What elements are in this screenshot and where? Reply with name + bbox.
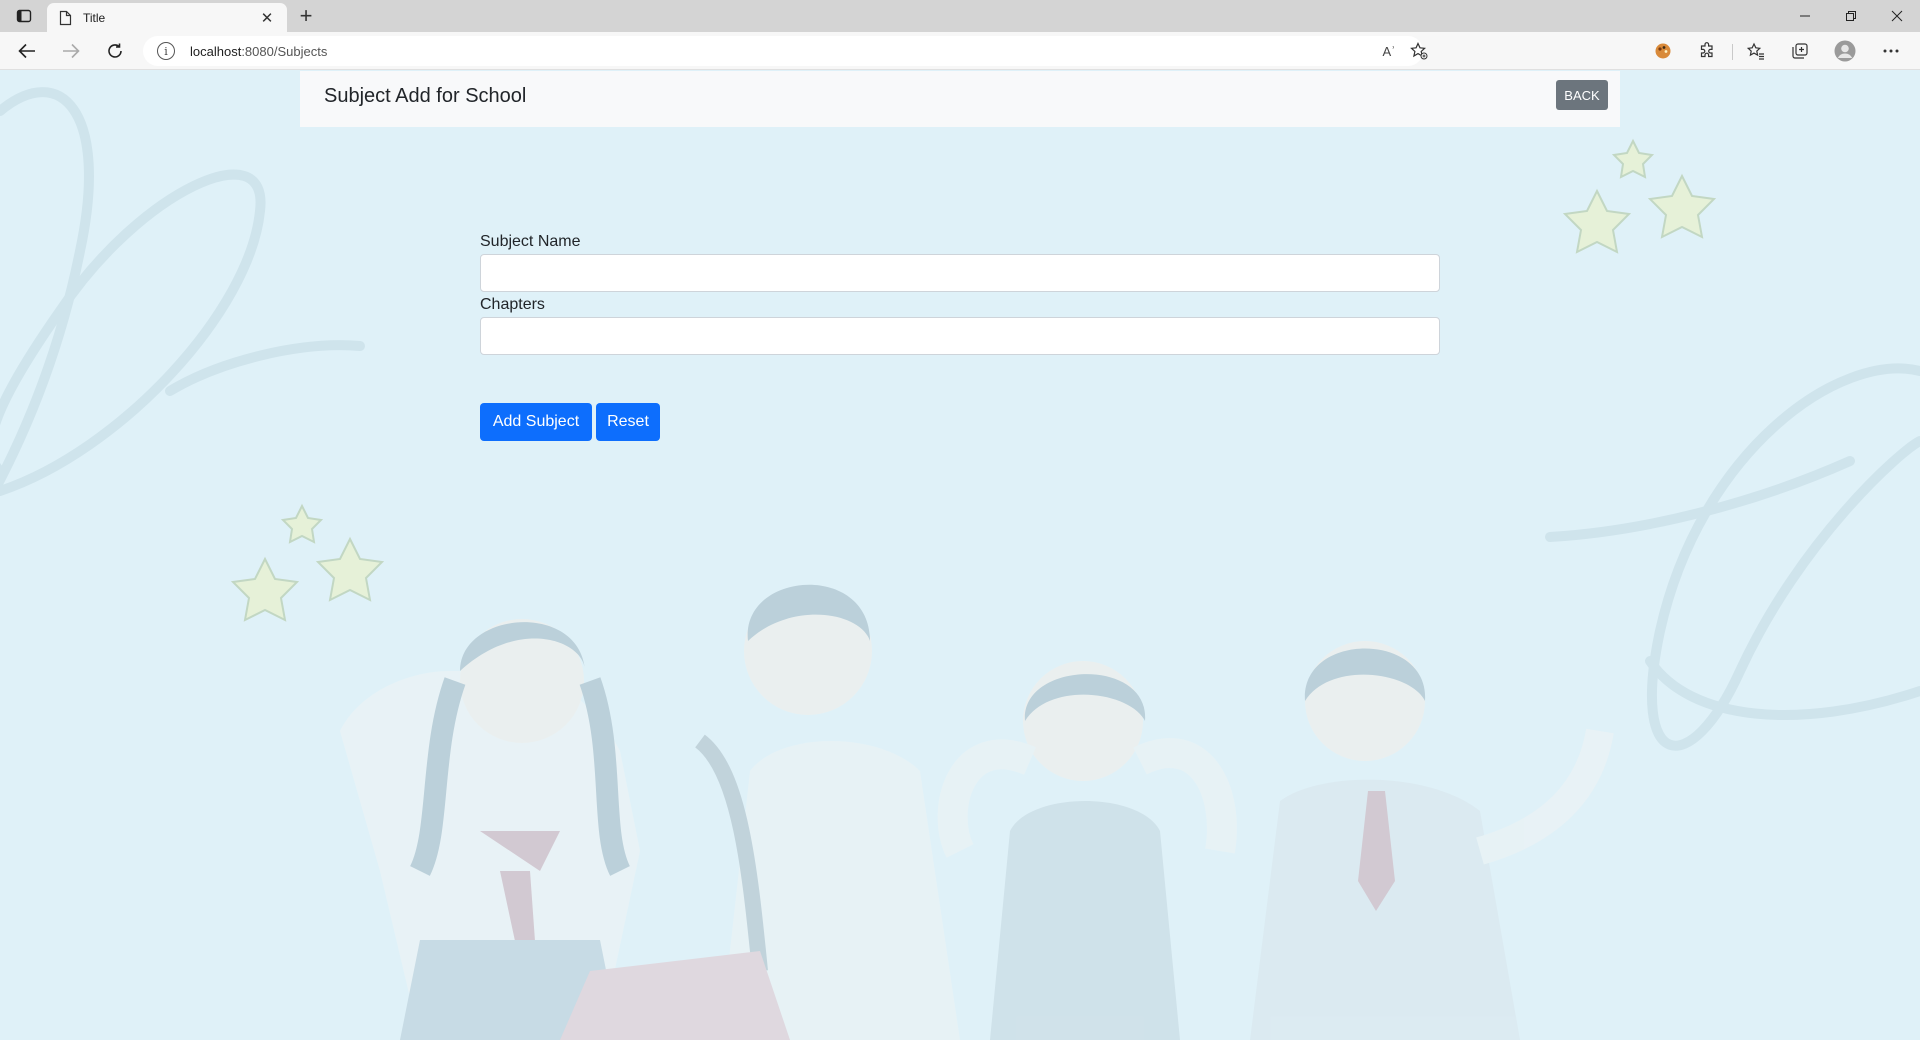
plus-icon[interactable]: + — [292, 3, 320, 28]
more-icon[interactable] — [1876, 37, 1906, 65]
read-aloud-icon[interactable]: Aʾ — [1376, 38, 1402, 64]
close-window-icon[interactable] — [1874, 0, 1920, 32]
header-bar: Subject Add for School BACK — [300, 71, 1620, 127]
extensions-icon[interactable] — [1692, 37, 1722, 65]
back-button[interactable]: BACK — [1556, 80, 1608, 110]
browser-toolbar: i localhost:8080/Subjects Aʾ — [0, 32, 1920, 70]
reset-button[interactable]: Reset — [596, 403, 660, 441]
profile-icon[interactable] — [1830, 37, 1860, 65]
tab-actions-icon[interactable] — [10, 4, 38, 28]
collections-icon[interactable] — [1785, 37, 1815, 65]
close-icon[interactable]: ✕ — [257, 8, 277, 28]
background-illustration — [0, 87, 1920, 1040]
back-arrow-icon[interactable] — [12, 37, 42, 65]
url-path: :8080/Subjects — [241, 43, 328, 59]
chapters-label: Chapters — [480, 296, 545, 313]
subject-name-input[interactable] — [480, 254, 1440, 292]
forward-arrow-icon[interactable] — [56, 37, 86, 65]
address-url[interactable]: localhost:8080/Subjects — [190, 44, 327, 59]
browser-tab[interactable]: Title ✕ — [47, 3, 287, 32]
url-host: localhost — [190, 43, 242, 59]
page-viewport: Subject Add for School BACK Subject Name… — [0, 71, 1920, 1040]
info-icon[interactable]: i — [157, 42, 175, 60]
subject-name-label: Subject Name — [480, 233, 581, 250]
address-bar[interactable]: i localhost:8080/Subjects Aʾ — [143, 36, 1428, 66]
page-icon — [57, 10, 73, 26]
refresh-icon[interactable] — [100, 37, 130, 65]
page-title: Subject Add for School — [324, 85, 527, 107]
subject-form: Subject Name Chapters — [480, 233, 1440, 359]
add-subject-button[interactable]: Add Subject — [480, 403, 592, 441]
tab-title: Title — [83, 10, 106, 25]
favorite-add-icon[interactable] — [1406, 38, 1432, 64]
minimize-icon[interactable] — [1782, 0, 1828, 32]
palette-extension-icon[interactable] — [1648, 37, 1678, 65]
browser-tabstrip: Title ✕ + — [0, 0, 1920, 32]
favorites-icon[interactable] — [1741, 37, 1771, 65]
toolbar-divider — [1732, 44, 1733, 60]
restore-icon[interactable] — [1828, 0, 1874, 32]
chapters-input[interactable] — [480, 317, 1440, 355]
